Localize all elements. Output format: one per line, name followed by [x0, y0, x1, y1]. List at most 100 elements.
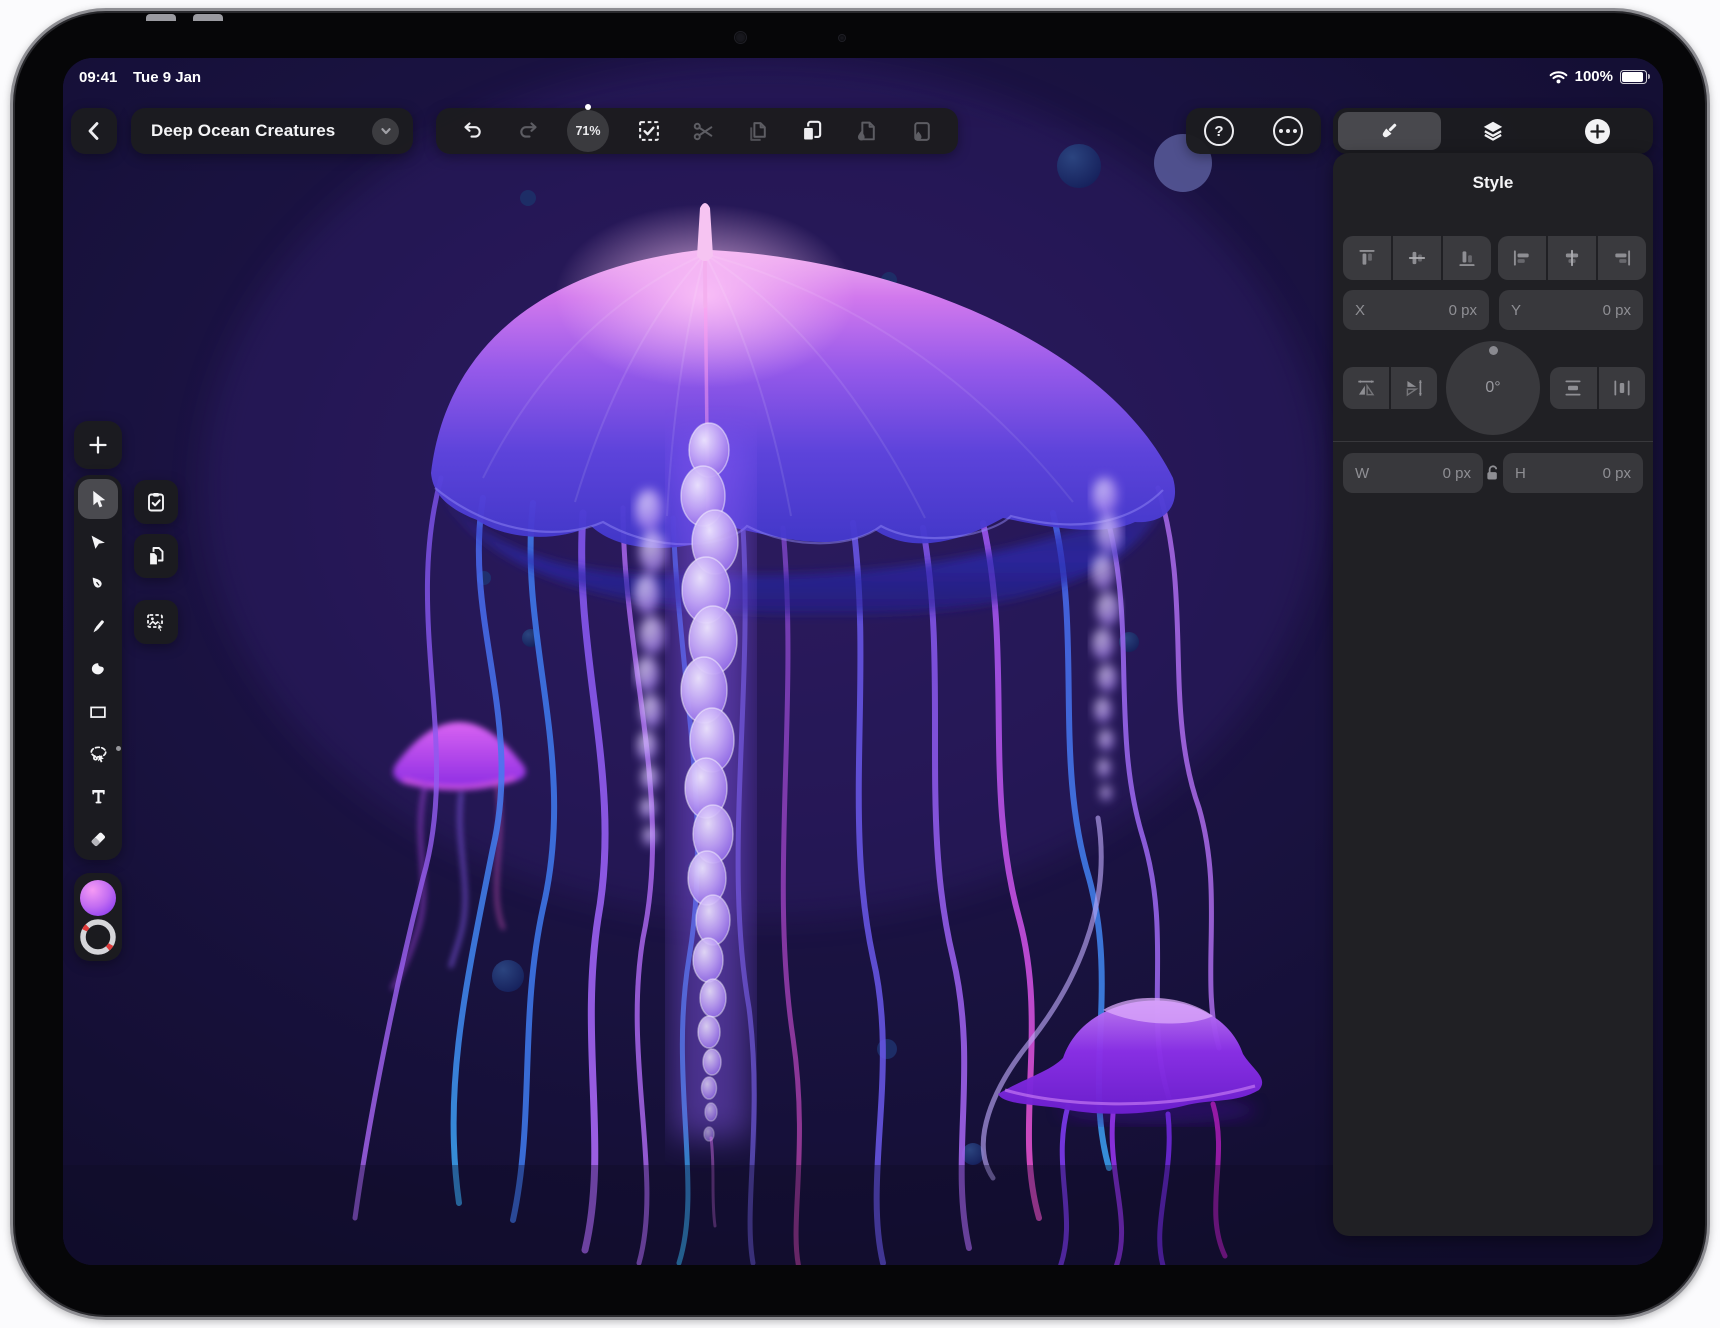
status-bar: 09:41 Tue 9 Jan 100%	[63, 58, 1663, 94]
align-bottom-button[interactable]	[1443, 236, 1491, 280]
tool-eraser[interactable]	[78, 819, 118, 859]
edit-toolbar: 71%	[436, 108, 958, 154]
lasso-icon	[87, 743, 110, 766]
plus-circle-icon	[1584, 118, 1611, 145]
redo-button[interactable]	[513, 116, 543, 146]
chevron-left-icon	[83, 119, 105, 143]
eraser-icon	[87, 828, 109, 850]
chevron-down-icon[interactable]	[372, 118, 399, 145]
width-field[interactable]: W 0 px	[1343, 453, 1483, 493]
copy-button[interactable]	[743, 116, 773, 146]
tool-selection-pointer[interactable]	[78, 479, 118, 519]
ipad-device: 09:41 Tue 9 Jan 100% Deep Ocean Creature…	[10, 8, 1710, 1320]
zoom-indicator-dot	[585, 104, 591, 110]
add-object-button[interactable]	[74, 421, 122, 469]
color-wells	[74, 873, 122, 961]
tool-strip	[74, 475, 122, 860]
camera-sensor	[839, 35, 845, 41]
cut-scissors-button[interactable]	[688, 116, 718, 146]
document-title: Deep Ocean Creatures	[151, 121, 335, 141]
rotation-handle[interactable]	[1489, 346, 1498, 355]
place-image-button[interactable]	[134, 600, 178, 644]
pointer-icon	[87, 488, 110, 511]
help-button[interactable]: ?	[1204, 116, 1234, 146]
distribute-group	[1550, 367, 1645, 409]
x-label: X	[1355, 302, 1365, 319]
lock-aspect-button[interactable]	[1483, 461, 1503, 485]
tool-pencil[interactable]	[78, 607, 118, 647]
paste-clipboard-button[interactable]	[134, 480, 178, 524]
back-button[interactable]	[71, 108, 117, 154]
ellipsis-icon	[1279, 129, 1297, 133]
horizontal-align-group	[1498, 236, 1646, 280]
more-options-button[interactable]	[1273, 116, 1303, 146]
front-camera	[735, 32, 746, 43]
pen-nib-icon	[87, 573, 109, 595]
fill-color-well[interactable]	[80, 880, 116, 916]
place-image-icon	[144, 610, 168, 634]
wifi-icon	[1549, 70, 1568, 84]
shape-options-dot	[116, 746, 121, 751]
paste-inside-button[interactable]	[906, 116, 936, 146]
layers-icon	[1480, 118, 1506, 144]
volume-button	[146, 14, 176, 21]
rectangle-icon	[87, 701, 109, 723]
panel-title: Style	[1333, 173, 1653, 193]
select-marquee-button[interactable]	[634, 116, 664, 146]
tool-text[interactable]	[78, 777, 118, 817]
w-value: 0 px	[1443, 465, 1471, 482]
x-position-field[interactable]: X 0 px	[1343, 290, 1489, 330]
tool-blob-brush[interactable]	[78, 649, 118, 689]
date: Tue 9 Jan	[133, 69, 201, 86]
clipboard-check-icon	[144, 490, 168, 514]
align-vertical-center-button[interactable]	[1393, 236, 1441, 280]
document-title-menu[interactable]: Deep Ocean Creatures	[131, 108, 413, 154]
flip-vertical-button[interactable]	[1391, 367, 1437, 409]
battery-percent: 100%	[1575, 68, 1613, 85]
tool-rectangle-shape[interactable]	[78, 692, 118, 732]
add-tab-button[interactable]	[1567, 108, 1627, 154]
tool-pen[interactable]	[78, 564, 118, 604]
distribute-vertical-button[interactable]	[1550, 367, 1597, 409]
paste-style-button[interactable]	[852, 116, 882, 146]
w-label: W	[1355, 465, 1369, 482]
undo-button[interactable]	[458, 116, 488, 146]
help-glyph: ?	[1214, 123, 1223, 140]
clock: 09:41	[79, 69, 117, 86]
h-label: H	[1515, 465, 1526, 482]
duplicate-documents-icon	[144, 544, 168, 568]
align-left-button[interactable]	[1498, 236, 1546, 280]
height-field[interactable]: H 0 px	[1503, 453, 1643, 493]
tool-lasso[interactable]	[78, 734, 118, 774]
distribute-horizontal-button[interactable]	[1599, 367, 1646, 409]
battery-icon	[1620, 70, 1647, 84]
tab-layers[interactable]	[1463, 108, 1523, 154]
panel-divider	[1333, 441, 1653, 442]
volume-button	[193, 14, 223, 21]
paste-button[interactable]	[797, 116, 827, 146]
node-pointer-icon	[87, 531, 109, 553]
text-tool-icon	[88, 786, 109, 807]
rotation-dial[interactable]: 0°	[1446, 341, 1540, 435]
inspector-tab-bar	[1333, 108, 1653, 154]
lock-open-icon	[1485, 464, 1501, 482]
plus-icon	[86, 433, 110, 457]
align-right-button[interactable]	[1598, 236, 1646, 280]
rotation-value: 0°	[1485, 379, 1500, 397]
screen: 09:41 Tue 9 Jan 100% Deep Ocean Creature…	[63, 58, 1663, 1265]
tab-style[interactable]	[1359, 108, 1419, 154]
tool-direct-selection[interactable]	[78, 522, 118, 562]
pencil-icon	[87, 616, 109, 638]
flip-horizontal-button[interactable]	[1343, 367, 1389, 409]
zoom-level-button[interactable]: 71%	[567, 110, 609, 152]
blob-brush-icon	[87, 658, 109, 680]
y-label: Y	[1511, 302, 1521, 319]
style-inspector-panel: Style	[1333, 153, 1653, 1236]
paintbrush-icon	[1377, 119, 1401, 143]
quick-actions: ?	[1186, 108, 1321, 154]
flip-group	[1343, 367, 1437, 409]
align-top-button[interactable]	[1343, 236, 1391, 280]
y-position-field[interactable]: Y 0 px	[1499, 290, 1643, 330]
duplicate-button[interactable]	[134, 534, 178, 578]
align-horizontal-center-button[interactable]	[1548, 236, 1596, 280]
